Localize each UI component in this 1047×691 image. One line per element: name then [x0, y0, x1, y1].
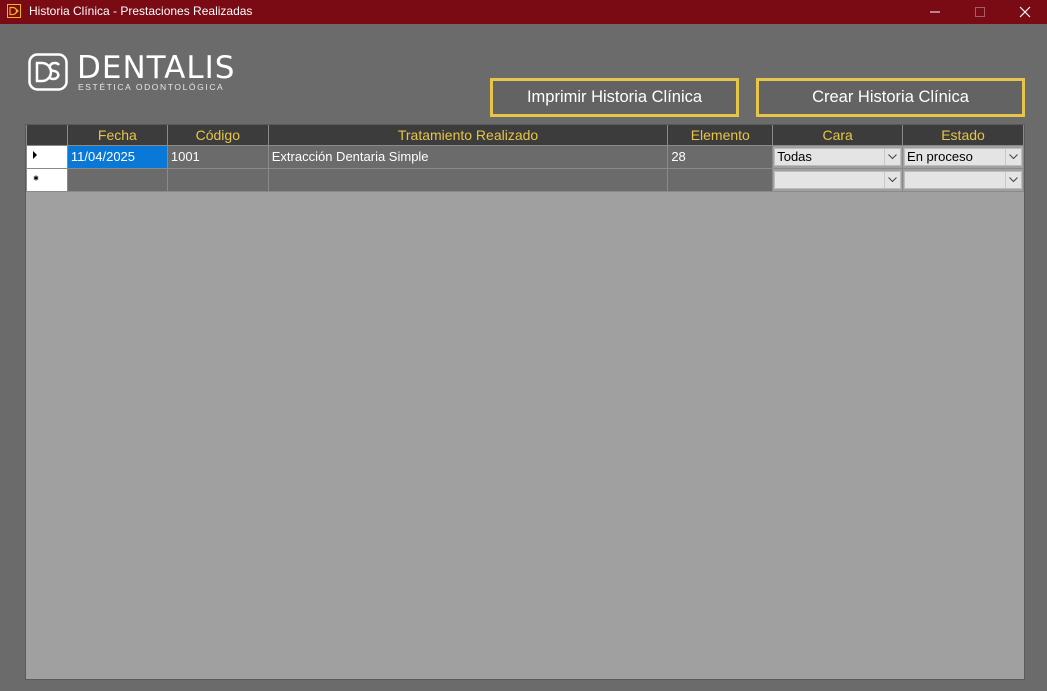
cara-dropdown[interactable]: Todas — [774, 148, 902, 166]
estado-dropdown-value: En proceso — [907, 149, 973, 164]
treatments-table: Fecha Código Tratamiento Realizado Eleme… — [26, 125, 1024, 192]
dentalis-logo-icon — [28, 53, 68, 91]
column-header-estado[interactable]: Estado — [902, 125, 1024, 146]
cell-fecha[interactable]: 11/04/2025 — [66, 145, 168, 169]
column-header-fecha[interactable]: Fecha — [66, 125, 168, 146]
row-header[interactable] — [26, 145, 68, 169]
maximize-icon — [975, 7, 985, 17]
minimize-button[interactable] — [912, 0, 958, 24]
estado-dropdown[interactable]: En proceso — [904, 148, 1022, 166]
cell-codigo[interactable] — [166, 168, 269, 192]
cell-tratamiento[interactable] — [267, 168, 669, 192]
title-bar: Historia Clínica - Prestaciones Realizad… — [0, 0, 1047, 24]
header-row: Fecha Código Tratamiento Realizado Eleme… — [26, 125, 1024, 146]
chevron-down-icon[interactable] — [884, 172, 900, 188]
column-header-tratamiento[interactable]: Tratamiento Realizado — [267, 125, 669, 146]
row-header[interactable] — [26, 168, 68, 192]
cell-cara[interactable]: Todas — [772, 145, 904, 169]
asterisk-icon — [33, 175, 39, 181]
cell-estado[interactable] — [902, 168, 1024, 192]
triangle-right-icon — [33, 151, 37, 159]
app-logo-icon — [7, 4, 21, 18]
cara-dropdown[interactable] — [774, 171, 902, 189]
print-history-button[interactable]: Imprimir Historia Clínica — [490, 78, 739, 117]
cell-codigo[interactable]: 1001 — [166, 145, 269, 169]
estado-dropdown[interactable] — [904, 171, 1022, 189]
logo-subtitle: ESTÉTICA ODONTOLÓGICA — [78, 82, 225, 92]
maximize-button[interactable] — [957, 0, 1003, 24]
create-history-button[interactable]: Crear Historia Clínica — [756, 78, 1025, 117]
chevron-down-icon[interactable] — [1005, 149, 1021, 165]
cell-cara[interactable] — [772, 168, 904, 192]
column-header-codigo[interactable]: Código — [166, 125, 269, 146]
close-button[interactable] — [1002, 0, 1047, 24]
new-row[interactable] — [26, 168, 1024, 192]
cell-elemento[interactable] — [667, 168, 774, 192]
table-row[interactable]: 11/04/2025 1001 Extracción Dentaria Simp… — [26, 145, 1024, 169]
logo-name: DENTALIS — [77, 50, 236, 86]
cell-elemento[interactable]: 28 — [667, 145, 774, 169]
corner-header — [26, 125, 68, 146]
treatments-grid[interactable]: Fecha Código Tratamiento Realizado Eleme… — [25, 124, 1025, 680]
cell-fecha[interactable] — [66, 168, 168, 192]
minimize-icon — [930, 11, 940, 13]
cell-tratamiento[interactable]: Extracción Dentaria Simple — [267, 145, 669, 169]
close-icon — [1019, 6, 1031, 18]
column-header-elemento[interactable]: Elemento — [667, 125, 774, 146]
window-title: Historia Clínica - Prestaciones Realizad… — [29, 4, 253, 18]
dentalis-logo: DENTALIS ESTÉTICA ODONTOLÓGICA — [28, 51, 234, 95]
cell-estado[interactable]: En proceso — [902, 145, 1024, 169]
chevron-down-icon[interactable] — [1005, 172, 1021, 188]
column-header-cara[interactable]: Cara — [772, 125, 904, 146]
cara-dropdown-value: Todas — [777, 149, 812, 164]
chevron-down-icon[interactable] — [884, 149, 900, 165]
